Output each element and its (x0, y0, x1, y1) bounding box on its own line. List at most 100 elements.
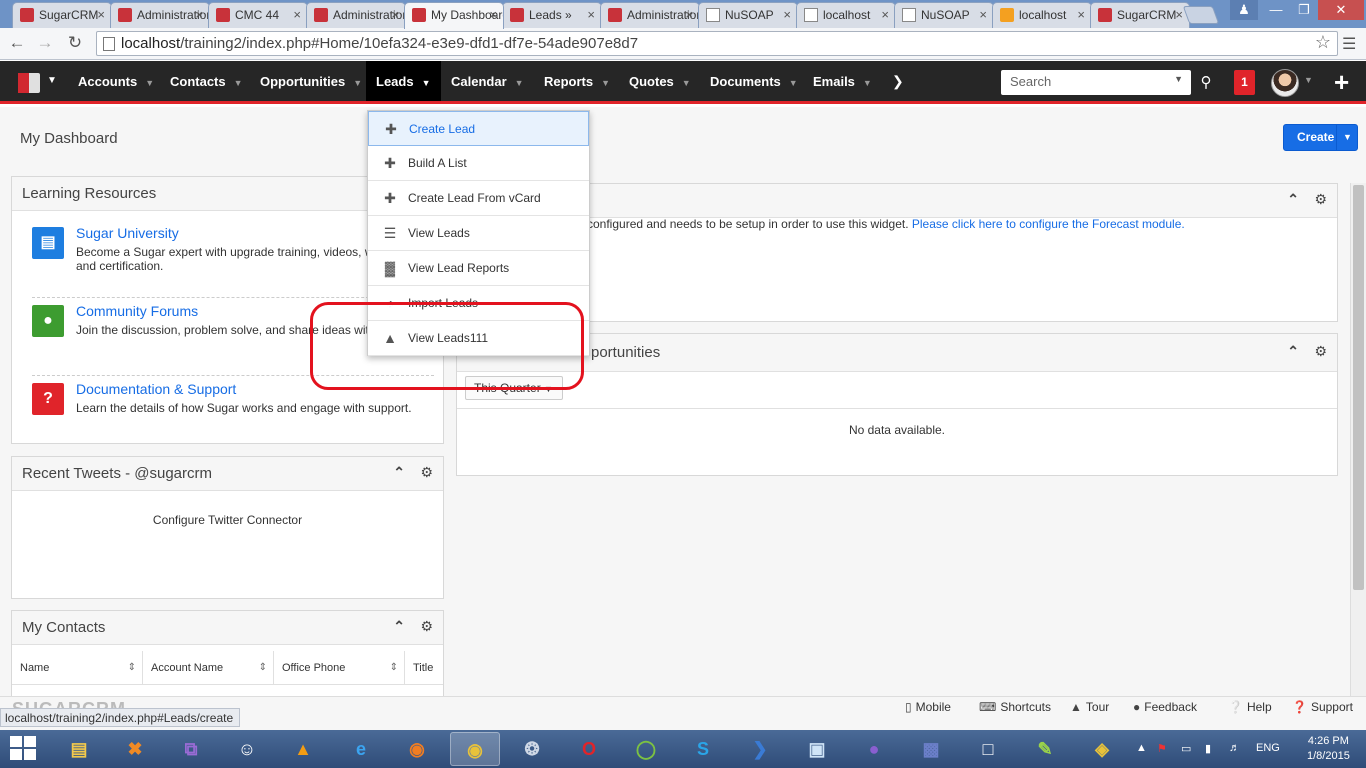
sort-icon[interactable]: ⇕ (128, 651, 136, 685)
bookmark-star-icon[interactable]: ☆ (1315, 32, 1331, 53)
nav-item-leads[interactable]: Leads ▼ (366, 61, 441, 101)
footer-shortcuts-link[interactable]: ⌨ Shortcuts (979, 700, 1051, 714)
column-header-title[interactable]: Title (405, 651, 443, 685)
chrome-user-icon[interactable]: ♟ (1230, 0, 1258, 20)
gear-icon[interactable]: ⚙ (1314, 343, 1327, 360)
safari-icon[interactable]: ❂ (507, 732, 557, 766)
chrome-icon[interactable]: ◉ (450, 732, 500, 766)
minimize-icon[interactable]: — (1262, 0, 1290, 20)
browser-tab[interactable]: CMC 44 × (208, 2, 308, 28)
windows-start-icon[interactable] (10, 736, 38, 762)
avatar[interactable] (1271, 69, 1299, 97)
footer-support-link[interactable]: ❓ Support (1292, 700, 1353, 714)
alien-app-icon[interactable]: ☺ (222, 732, 272, 766)
notepad-icon[interactable]: ✎ (1020, 732, 1070, 766)
nav-item-accounts[interactable]: Accounts ▼ (68, 61, 160, 101)
visual-studio-icon[interactable]: ⧉ (166, 732, 216, 766)
close-window-icon[interactable]: ✕ (1318, 0, 1364, 20)
close-tab-icon[interactable]: × (1077, 7, 1085, 22)
app-icon[interactable]: ◯ (621, 732, 671, 766)
nav-item-contacts[interactable]: Contacts ▼ (160, 61, 250, 101)
search-dropdown-icon[interactable]: ▼ (1174, 74, 1183, 84)
collapse-icon[interactable]: ⌃ (393, 618, 405, 635)
notification-badge[interactable]: 1 (1234, 70, 1255, 95)
chevron-down-icon[interactable]: ▼ (234, 78, 243, 88)
footer-feedback-link[interactable]: ● Feedback (1133, 700, 1197, 714)
gear-icon[interactable]: ⚙ (420, 464, 433, 481)
back-icon[interactable]: ← (6, 32, 28, 54)
collapse-icon[interactable]: ⌃ (393, 464, 405, 481)
battery-icon[interactable]: ▭ (1181, 742, 1191, 755)
close-tab-icon[interactable]: × (685, 7, 693, 22)
browser-tab[interactable]: Administration × (600, 2, 700, 28)
network-alert-icon[interactable]: ⚑ (1157, 742, 1167, 755)
learning-resource-link[interactable]: Documentation & Support (76, 381, 236, 397)
leads-menu-item-view-leads[interactable]: ☰ View Leads (368, 216, 589, 251)
nav-item-quotes[interactable]: Quotes ▼ (619, 61, 700, 101)
chevron-down-icon[interactable]: ▼ (422, 78, 431, 88)
browser-tab[interactable]: SugarCRM × (1090, 2, 1190, 28)
chevron-down-icon[interactable]: ▼ (863, 78, 872, 88)
learning-resource-link[interactable]: Community Forums (76, 303, 198, 319)
close-tab-icon[interactable]: × (195, 7, 203, 22)
search-icon[interactable]: ⚲ (1193, 70, 1219, 95)
chevron-down-icon[interactable]: ▼ (515, 78, 524, 88)
tray-expand-icon[interactable]: ▲ (1136, 742, 1147, 754)
collapse-icon[interactable]: ⌃ (1287, 191, 1299, 208)
gear-icon[interactable]: ⚙ (420, 618, 433, 635)
footer-help-link[interactable]: ❔ Help (1228, 700, 1272, 714)
chevron-down-icon[interactable]: ▼ (601, 78, 610, 88)
browser-tab[interactable]: SugarCRM × (12, 2, 112, 28)
nav-item-documents[interactable]: Documents ▼ (700, 61, 803, 101)
global-search-input[interactable]: Search ▼ (1001, 70, 1191, 95)
scrollbar-thumb[interactable] (1353, 185, 1364, 590)
close-tab-icon[interactable]: × (783, 7, 791, 22)
column-header-phone[interactable]: Office Phone ⇕ (274, 651, 405, 685)
column-header-name[interactable]: Name ⇕ (12, 651, 143, 685)
vlc-icon[interactable]: ▲ (278, 732, 328, 766)
user-menu-caret-icon[interactable]: ▼ (1304, 75, 1313, 85)
column-header-account[interactable]: Account Name ⇕ (143, 651, 274, 685)
chrome-menu-icon[interactable]: ☰ (1342, 34, 1356, 54)
close-tab-icon[interactable]: × (391, 7, 399, 22)
close-tab-icon[interactable]: × (881, 7, 889, 22)
close-tab-icon[interactable]: × (587, 7, 595, 22)
language-indicator[interactable]: ENG (1256, 742, 1280, 754)
browser-tab[interactable]: localhost × (992, 2, 1092, 28)
nav-item-calendar[interactable]: Calendar ▼ (441, 61, 534, 101)
firefox-icon[interactable]: ◉ (392, 732, 442, 766)
internet-explorer-icon[interactable]: e (336, 732, 386, 766)
gear-icon[interactable]: ⚙ (1314, 191, 1327, 208)
logo-caret-icon[interactable]: ▼ (47, 75, 57, 86)
sort-icon[interactable]: ⇕ (390, 651, 398, 685)
chevron-down-icon[interactable]: ▼ (682, 78, 691, 88)
browser-tab[interactable]: Administration × (110, 2, 210, 28)
collapse-icon[interactable]: ⌃ (1287, 343, 1299, 360)
nav-item-reports[interactable]: Reports ▼ (534, 61, 619, 101)
close-tab-icon[interactable]: × (489, 7, 497, 22)
php-icon[interactable]: ▩ (906, 732, 956, 766)
footer-mobile-link[interactable]: ▯ Mobile (905, 700, 951, 714)
xampp-icon[interactable]: ✖ (110, 732, 160, 766)
create-button[interactable]: Create ▼ (1283, 124, 1358, 151)
paint-icon[interactable]: ◈ (1077, 732, 1127, 766)
leads-menu-item-create-lead-from-vcard[interactable]: ✚ Create Lead From vCard (368, 181, 589, 216)
browser-tab[interactable]: NuSOAP × (894, 2, 994, 28)
forecast-config-link[interactable]: Please click here to configure the Forec… (912, 217, 1185, 231)
volume-icon[interactable]: ♬ (1229, 742, 1240, 754)
github-icon[interactable]: ● (849, 732, 899, 766)
command-prompt-icon[interactable]: □ (963, 732, 1013, 766)
nav-item-opportunities[interactable]: Opportunities ▼ (250, 61, 366, 101)
browser-tab[interactable]: My Dashboard × (404, 2, 504, 29)
skype-icon[interactable]: S (678, 732, 728, 766)
reload-icon[interactable]: ↻ (64, 32, 86, 54)
chevron-down-icon[interactable]: ▼ (353, 78, 362, 88)
leads-menu-item-build-a-list[interactable]: ✚ Build A List (368, 146, 589, 181)
page-scrollbar[interactable] (1350, 183, 1366, 697)
more-modules-chevron-icon[interactable]: ❯ (892, 73, 904, 90)
chevron-down-icon[interactable]: ▼ (789, 78, 798, 88)
signal-icon[interactable]: ▮ (1205, 742, 1211, 755)
system-clock[interactable]: 4:26 PM 1/8/2015 (1307, 734, 1350, 764)
learning-resource-link[interactable]: Sugar University (76, 225, 179, 241)
close-tab-icon[interactable]: × (979, 7, 987, 22)
